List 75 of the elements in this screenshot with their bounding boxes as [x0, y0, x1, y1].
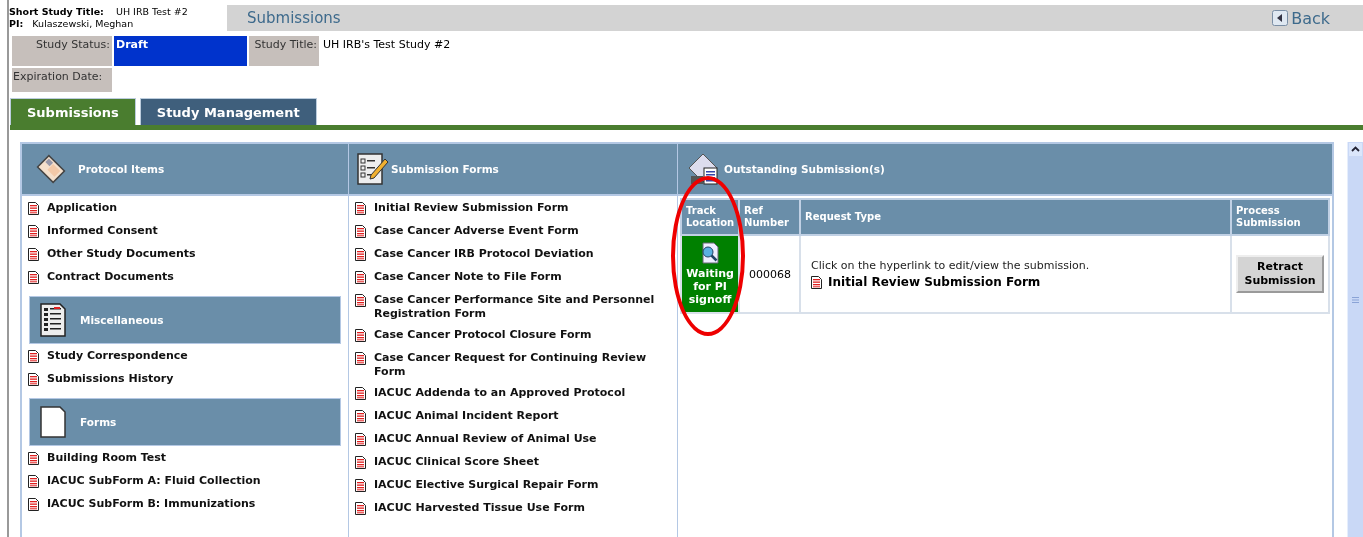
- submission-form-link[interactable]: Initial Review Submission Form: [374, 201, 569, 221]
- scroll-up-icon[interactable]: [1349, 143, 1362, 156]
- submission-form-link[interactable]: Case Cancer Request for Continuing Review Form: [374, 351, 677, 385]
- submission-form-link[interactable]: Case Cancer Performance Site and Personnel Registration Form: [374, 293, 677, 327]
- document-icon: [355, 479, 366, 492]
- section-title: Submission Forms: [391, 163, 499, 175]
- tab[interactable]: Submissions: [10, 98, 136, 125]
- scroll-grip-icon: [1352, 297, 1359, 303]
- document-icon: [28, 225, 39, 238]
- study-title-label: Study Title:: [249, 36, 319, 66]
- instruction-text: Click on the hyperlink to edit/view the submission.: [811, 259, 1091, 272]
- submission-form-link[interactable]: IACUC Clinical Score Sheet: [374, 455, 539, 475]
- protocol-item-link[interactable]: Contract Documents: [47, 270, 174, 290]
- protocol-item-link[interactable]: Submissions History: [47, 372, 174, 392]
- document-icon: [355, 271, 366, 284]
- submission-form-link[interactable]: Case Cancer Note to File Form: [374, 270, 562, 290]
- section-title: Protocol Items: [78, 163, 165, 175]
- protocol-item-link[interactable]: Application: [47, 201, 118, 221]
- checklist-pencil-icon: [357, 153, 389, 185]
- magnifier-document-icon: [699, 242, 722, 264]
- submission-form-link[interactable]: Case Cancer IRB Protocol Deviation: [374, 247, 594, 267]
- document-icon: [355, 248, 366, 261]
- column-header: Process Submission: [1231, 199, 1329, 235]
- document-icon: [811, 276, 823, 289]
- document-icon: [28, 475, 39, 488]
- document-icon: [355, 502, 366, 515]
- submission-form-link[interactable]: IACUC Annual Review of Animal Use: [374, 432, 597, 452]
- section-title: Miscellaneous: [80, 314, 164, 326]
- document-icon: [28, 452, 39, 465]
- protocol-item-link[interactable]: Informed Consent: [47, 224, 158, 244]
- document-icon: [355, 329, 366, 342]
- pi-name: PI: Kulaszewski, Meghan: [9, 18, 135, 30]
- retract-submission-button[interactable]: Retract Submission: [1236, 255, 1324, 293]
- submission-form-link[interactable]: IACUC Animal Incident Report: [374, 409, 559, 429]
- expiration-date-label: Expiration Date:: [12, 68, 112, 92]
- short-study-title: Short Study Title: UH IRB Test #2: [9, 6, 189, 18]
- protocol-item-link[interactable]: Building Room Test: [47, 451, 167, 471]
- submission-form-link[interactable]: IACUC Addenda to an Approved Protocol: [374, 386, 626, 406]
- submission-form-link[interactable]: Case Cancer Protocol Closure Form: [374, 328, 592, 348]
- section-title: Outstanding Submission(s): [724, 163, 885, 175]
- study-status-label: Study Status:: [12, 36, 112, 66]
- submission-form-link[interactable]: IACUC Harvested Tissue Use Form: [374, 501, 585, 521]
- submission-form-link[interactable]: Case Cancer Adverse Event Form: [374, 224, 579, 244]
- column-header: Request Type: [800, 199, 1231, 235]
- protocol-item-link[interactable]: IACUC SubForm A: Fluid Collection: [47, 474, 261, 494]
- document-icon: [28, 248, 39, 261]
- blank-page-icon: [40, 406, 66, 438]
- column-header: Track Location: [681, 199, 740, 235]
- document-icon: [28, 373, 39, 386]
- document-icon: [355, 387, 366, 400]
- document-icon: [355, 294, 366, 307]
- document-icon: [28, 271, 39, 284]
- document-icon: [355, 202, 366, 215]
- tab[interactable]: Study Management: [139, 98, 317, 125]
- submission-form-link[interactable]: IACUC Elective Surgical Repair Form: [374, 478, 599, 498]
- back-link[interactable]: Back: [1272, 8, 1330, 28]
- document-icon: [28, 350, 39, 363]
- protocol-item-link[interactable]: Other Study Documents: [47, 247, 196, 267]
- document-icon: [355, 410, 366, 423]
- column-header: Ref Number: [739, 199, 801, 235]
- document-icon: [355, 433, 366, 446]
- protocol-item-link[interactable]: IACUC SubForm B: Immunizations: [47, 497, 256, 517]
- document-icon: [355, 456, 366, 469]
- section-title: Forms: [80, 416, 117, 428]
- document-icon: [28, 498, 39, 511]
- track-location-cell: Waiting for PI signoff: [681, 235, 740, 313]
- document-icon: [28, 202, 39, 215]
- document-icon: [355, 225, 366, 238]
- document-icon: [355, 352, 366, 365]
- study-title-value: UH IRB's Test Study #2: [322, 37, 452, 53]
- form-link[interactable]: Initial Review Submission Form: [811, 275, 1226, 289]
- list-document-icon: [40, 303, 66, 337]
- page-title: Submissions: [247, 9, 341, 27]
- study-status-value: Draft: [114, 36, 247, 66]
- protocol-item-link[interactable]: Study Correspondence: [47, 349, 188, 369]
